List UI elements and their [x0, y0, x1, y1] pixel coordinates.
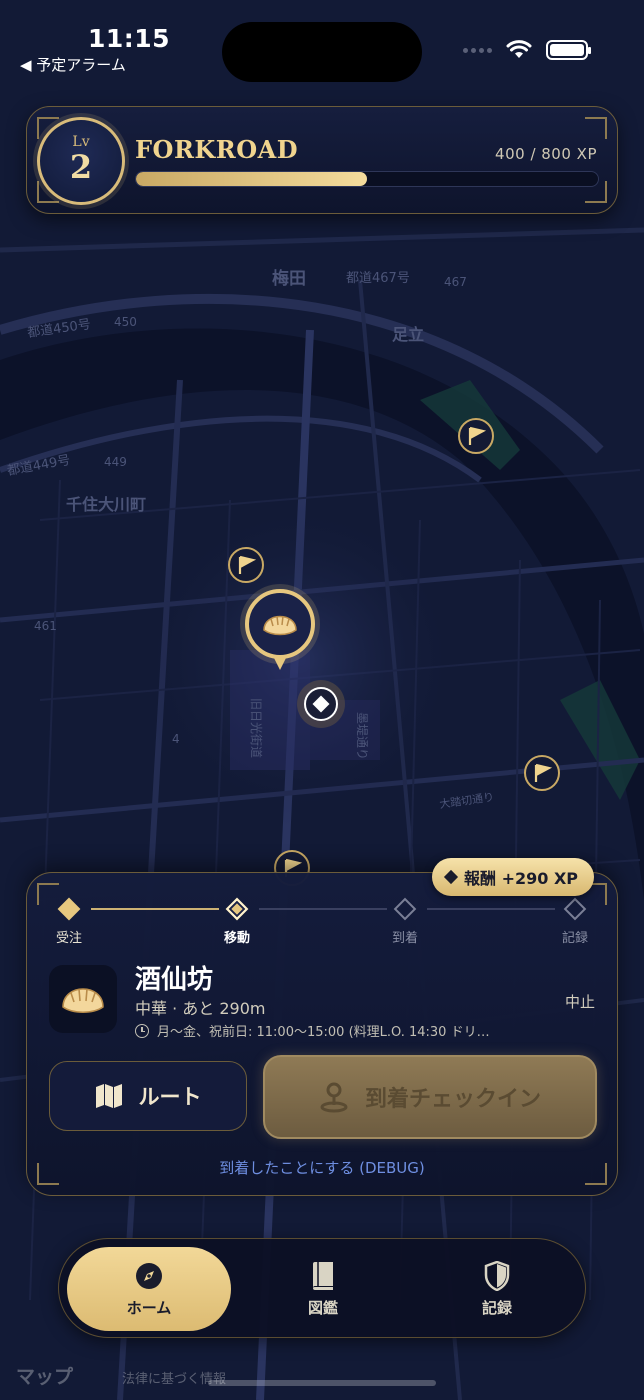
- step-recorded: 記録: [545, 897, 605, 946]
- tab-encyclopedia[interactable]: 図鑑: [241, 1247, 405, 1331]
- maps-attribution[interactable]: マップ: [16, 1362, 73, 1389]
- location-pin-icon: [320, 1082, 348, 1113]
- battery-icon: [546, 40, 591, 60]
- tab-records[interactable]: 記録: [415, 1247, 579, 1331]
- shield-icon: [484, 1261, 510, 1291]
- tab-home[interactable]: ホーム: [67, 1247, 231, 1331]
- map-label: 千住大川町: [66, 495, 146, 514]
- flag-marker[interactable]: [458, 418, 494, 454]
- shop-meta: 中華 · あと 290m: [135, 999, 266, 1018]
- clock-icon: [135, 1023, 149, 1038]
- back-to-app-link[interactable]: ◀ 予定アラーム: [20, 54, 126, 75]
- tab-label: 図鑑: [307, 1299, 338, 1317]
- level-badge: Lv 2: [37, 117, 125, 205]
- map-label: 467: [444, 275, 467, 289]
- shop-hours-text: 月～金、祝前日: 11:00～15:00 (料理L.O. 14:30 ドリ…: [157, 1025, 490, 1040]
- home-indicator: [208, 1380, 436, 1386]
- shop-hours: 月～金、祝前日: 11:00～15:00 (料理L.O. 14:30 ドリ…: [135, 1021, 535, 1040]
- step-diamond-icon: [563, 897, 587, 921]
- step-accepted: 受注: [39, 897, 99, 946]
- reward-text: 報酬 +290 XP: [464, 869, 579, 888]
- flag-marker[interactable]: [228, 547, 264, 583]
- flag-marker[interactable]: [524, 755, 560, 791]
- route-button-label: ルート: [138, 1085, 202, 1109]
- app-brand: FORKROAD: [135, 135, 299, 164]
- diamond-icon: [443, 869, 459, 885]
- compass-icon: [136, 1263, 162, 1289]
- step-diamond-icon: [225, 897, 249, 921]
- step-label: 受注: [55, 931, 82, 946]
- step-diamond-icon: [393, 897, 417, 921]
- map-label: 450: [114, 315, 137, 329]
- map-label: 墨堤通り: [355, 712, 369, 760]
- tab-bar: ホーム 図鑑 記録: [58, 1238, 586, 1338]
- xp-progress-bar: [135, 171, 599, 187]
- checkin-button[interactable]: 到着チェックイン: [263, 1055, 597, 1139]
- book-icon: [313, 1262, 333, 1290]
- status-icons: [463, 40, 591, 60]
- wifi-icon: [506, 40, 532, 58]
- tab-label: 記録: [481, 1299, 512, 1317]
- current-location-marker: [297, 680, 345, 728]
- xp-text: 400 / 800 XP: [495, 145, 597, 163]
- quest-progress-steps: 受注 移動 到着 記録: [55, 897, 595, 949]
- step-label: 到着: [391, 931, 418, 946]
- dumpling-icon: [62, 988, 104, 1013]
- map-label: 都道467号: [346, 271, 410, 286]
- shop-name: 酒仙坊: [135, 965, 214, 995]
- map-label: 梅田: [272, 268, 306, 289]
- level-card: Lv 2 FORKROAD 400 / 800 XP: [26, 106, 618, 214]
- level-number: 2: [69, 148, 93, 186]
- status-time: 11:15: [88, 24, 171, 53]
- xp-progress-fill: [136, 172, 367, 186]
- map-label: 449: [104, 455, 127, 469]
- shop-thumbnail: [49, 965, 117, 1033]
- maps-label: マップ: [16, 1366, 74, 1388]
- map-label: 足立: [392, 325, 424, 344]
- map-label: 4: [172, 732, 180, 746]
- dumpling-icon: [263, 615, 297, 636]
- step-diamond-icon: [57, 897, 81, 921]
- tab-label: ホーム: [126, 1299, 172, 1317]
- reward-badge: 報酬 +290 XP: [432, 858, 595, 896]
- stop-quest-button[interactable]: 中止: [565, 991, 595, 1012]
- step-label: 移動: [223, 931, 250, 946]
- quest-card: 受注 移動 到着 記録 酒仙坊 中華 · あと 290m 月～金、祝前日: 11…: [26, 872, 618, 1196]
- dynamic-island: [222, 22, 422, 82]
- checkin-button-label: 到着チェックイン: [364, 1087, 541, 1112]
- step-arrived: 到着: [375, 897, 435, 946]
- step-moving: 移動: [207, 897, 267, 946]
- map-icon: [95, 1084, 122, 1108]
- debug-arrive-link[interactable]: 到着したことにする (DEBUG): [27, 1157, 617, 1178]
- route-button[interactable]: ルート: [49, 1061, 247, 1131]
- signal-icon: [463, 47, 492, 53]
- map-label: 旧日光街道: [249, 698, 263, 758]
- step-label: 記録: [561, 931, 588, 946]
- map-label: 461: [34, 619, 57, 633]
